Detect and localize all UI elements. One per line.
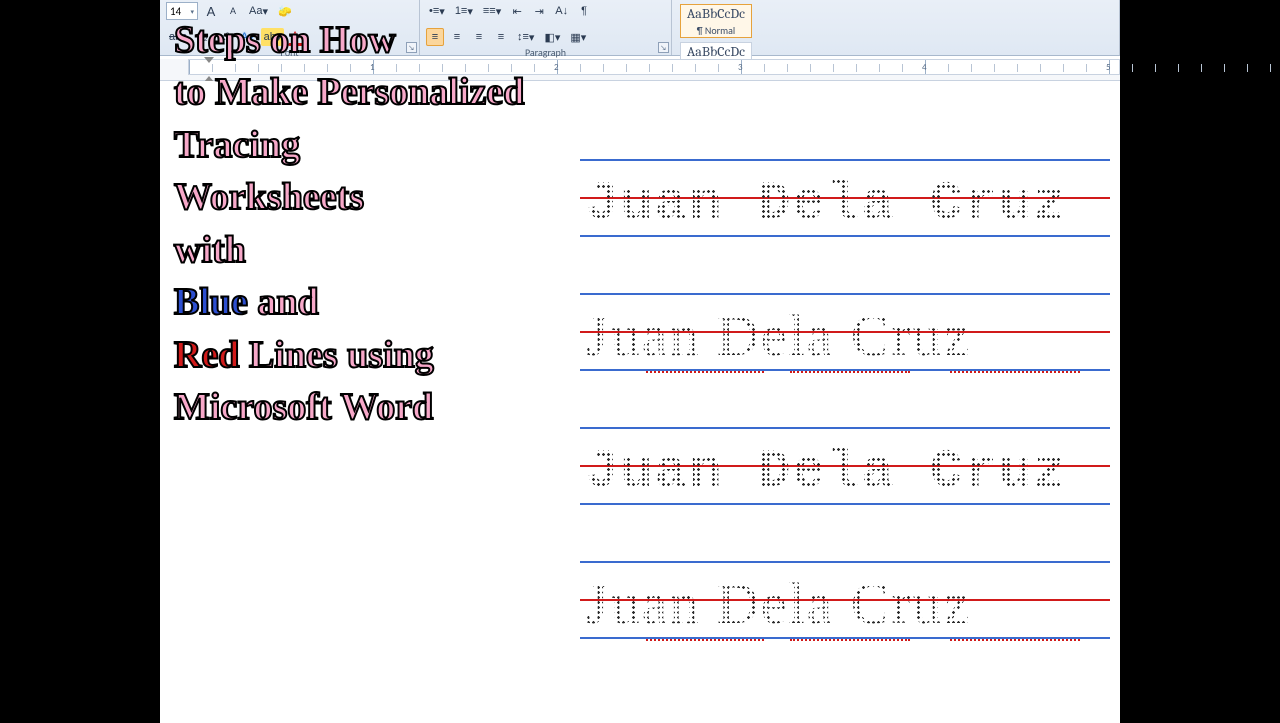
tracing-name-text: Juan Dela Cruz <box>586 570 972 637</box>
handwriting-line-set: Juan Dela Cruz <box>580 159 1110 237</box>
tracing-name-text: Juan Dela Cruz <box>586 174 1068 235</box>
blue-guideline <box>580 561 1110 563</box>
title-line: Steps on How <box>174 14 604 66</box>
title-text-pink: and <box>248 281 319 323</box>
title-text-pink: Worksheets <box>174 176 364 218</box>
title-text-red: Red <box>174 334 239 376</box>
title-line: to Make Personalized <box>174 66 604 118</box>
worksheet-preview: Juan Dela Cruz Juan Dela Cruz Juan Dela Cr… <box>580 159 1110 695</box>
title-text-blue: Blue <box>174 281 248 323</box>
blue-guideline <box>580 503 1110 505</box>
handwriting-line-set: Juan Dela Cruz <box>580 427 1110 505</box>
paragraph-dialog-launcher[interactable]: ↘ <box>658 42 669 53</box>
blue-guideline <box>580 235 1110 237</box>
title-line: Tracing <box>174 119 604 171</box>
title-text-pink: Microsoft Word <box>174 386 433 428</box>
tracing-name-text: Juan Dela Cruz <box>586 302 972 369</box>
handwriting-line-set: Juan Dela Cruz <box>580 561 1110 639</box>
app-stage: 14 ▾ A A Aa▾ 🧽 abc x₂ x² A▾ ab▾ A▾ Font … <box>160 0 1120 720</box>
tracing-name-text: Juan Dela Cruz <box>586 442 1068 503</box>
title-line: Microsoft Word <box>174 381 604 433</box>
title-text-pink: Steps on How <box>174 19 396 61</box>
title-line: Red Lines using <box>174 329 604 381</box>
title-text-pink: Tracing <box>174 124 300 166</box>
blue-guideline <box>580 159 1110 161</box>
handwriting-line-set: Juan Dela Cruz <box>580 293 1110 371</box>
title-line: with <box>174 224 604 276</box>
title-line: Blue and <box>174 276 604 328</box>
spellcheck-squiggle <box>646 638 764 641</box>
spellcheck-squiggle <box>790 638 910 641</box>
spellcheck-squiggle <box>790 370 910 373</box>
spellcheck-squiggle <box>950 370 1080 373</box>
title-overlay: Steps on How to Make Personalized Tracing W… <box>174 14 604 434</box>
title-text-pink: Lines using <box>239 334 433 376</box>
blue-guideline <box>580 293 1110 295</box>
title-line: Worksheets <box>174 171 604 223</box>
spellcheck-squiggle <box>950 638 1080 641</box>
title-text-pink: to Make Personalized <box>174 71 524 113</box>
spellcheck-squiggle <box>646 370 764 373</box>
style-normal[interactable]: AaBbCcDc ¶ Normal <box>680 4 752 38</box>
ribbon-group-styles: AaBbCcDc ¶ Normal AaBbCcDc ¶ No Spaci...… <box>672 0 1120 55</box>
blue-guideline <box>580 427 1110 429</box>
title-text-pink: with <box>174 229 246 271</box>
